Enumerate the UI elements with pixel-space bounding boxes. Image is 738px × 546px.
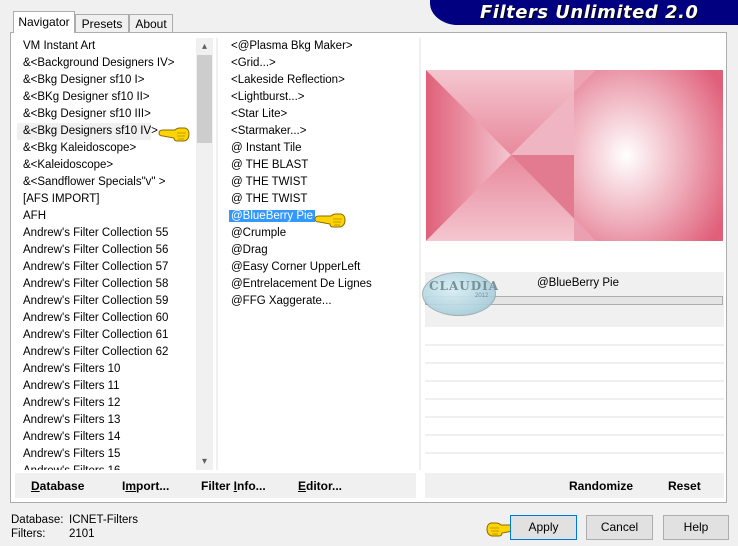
filter-item[interactable]: @FFG Xaggerate... — [225, 293, 417, 310]
preview-image — [426, 70, 723, 241]
database-label: Database: — [11, 514, 64, 526]
filter-item-label: @Entrelacement De Lignes — [231, 278, 372, 290]
filter-item-label: @Crumple — [231, 227, 287, 239]
parameter-slot — [425, 362, 724, 364]
pointing-hand-icon — [158, 127, 190, 142]
category-item[interactable]: VM Instant Art — [17, 38, 195, 55]
category-item[interactable]: Andrew's Filters 10 — [17, 361, 195, 378]
tab-about[interactable]: About — [129, 14, 173, 32]
category-item[interactable]: Andrew's Filter Collection 60 — [17, 310, 195, 327]
divider — [216, 38, 218, 470]
filter-item-label: <Star Lite> — [231, 108, 288, 120]
category-item[interactable]: &<Sandflower Specials"v" > — [17, 174, 195, 191]
scroll-up-icon[interactable]: ▴ — [196, 38, 213, 55]
filter-item-label: @BlueBerry Pie — [229, 210, 315, 222]
reset-button[interactable]: Reset — [668, 479, 701, 493]
filter-item-label: @Drag — [231, 244, 268, 256]
category-item[interactable]: Andrew's Filters 11 — [17, 378, 195, 395]
filter-item-label: <Lightburst...> — [231, 91, 305, 103]
filter-item[interactable]: <@Plasma Bkg Maker> — [225, 38, 417, 55]
category-item[interactable]: Andrew's Filter Collection 58 — [17, 276, 195, 293]
filters-count-value: 2101 — [69, 528, 95, 540]
tab-navigator[interactable]: Navigator — [13, 11, 75, 33]
category-item[interactable]: &<Bkg Designer sf10 I> — [17, 72, 195, 89]
parameter-slot — [425, 452, 724, 454]
category-item[interactable]: Andrew's Filter Collection 56 — [17, 242, 195, 259]
filter-item[interactable]: @ THE BLAST — [225, 157, 417, 174]
filter-item-label: <Starmaker...> — [231, 125, 307, 137]
filter-item-label: <@Plasma Bkg Maker> — [231, 40, 353, 52]
filter-item-label: @FFG Xaggerate... — [231, 295, 332, 307]
category-item[interactable]: &<Background Designers IV> — [17, 55, 195, 72]
filter-item[interactable]: @ THE TWIST — [225, 191, 417, 208]
category-item[interactable]: Andrew's Filters 12 — [17, 395, 195, 412]
app-title: Filters Unlimited 2.0 — [480, 2, 699, 23]
watermark-text: CLAUDIA — [429, 279, 500, 293]
editor-button[interactable]: Editor... — [298, 479, 342, 493]
database-value: ICNET-Filters — [69, 514, 138, 526]
apply-button[interactable]: Apply — [510, 515, 577, 540]
filter-item[interactable]: @ Instant Tile — [225, 140, 417, 157]
category-item[interactable]: Andrew's Filters 15 — [17, 446, 195, 463]
help-button[interactable]: Help — [663, 515, 729, 540]
filter-item[interactable]: <Starmaker...> — [225, 123, 417, 140]
watermark-logo: CLAUDIA 2012 — [422, 272, 500, 316]
parameter-slot — [425, 416, 724, 418]
category-item[interactable]: &<Bkg Designer sf10 III> — [17, 106, 195, 123]
filter-item-label: <Lakeside Reflection> — [231, 74, 345, 86]
category-item[interactable]: Andrew's Filters 13 — [17, 412, 195, 429]
parameter-slot — [425, 434, 724, 436]
database-button[interactable]: Database — [31, 479, 84, 493]
selected-filter-name: @BlueBerry Pie — [537, 277, 619, 289]
category-item[interactable]: Andrew's Filter Collection 57 — [17, 259, 195, 276]
divider — [419, 38, 421, 470]
filter-list[interactable]: <@Plasma Bkg Maker> <Grid...> <Lakeside Re… — [225, 38, 417, 338]
category-item[interactable]: [AFS IMPORT] — [17, 191, 195, 208]
category-item[interactable]: Andrew's Filter Collection 62 — [17, 344, 195, 361]
filter-item-label: @ Instant Tile — [231, 142, 302, 154]
parameter-slot — [425, 398, 724, 400]
scroll-thumb[interactable] — [197, 55, 212, 143]
watermark-year: 2012 — [475, 293, 489, 299]
scroll-down-icon[interactable]: ▾ — [196, 453, 213, 470]
parameter-slot — [425, 380, 724, 382]
cancel-button[interactable]: Cancel — [586, 515, 653, 540]
filter-item[interactable]: @ THE TWIST — [225, 174, 417, 191]
category-item[interactable]: &<Kaleidoscope> — [17, 157, 195, 174]
filter-item[interactable]: @Easy Corner UpperLeft — [225, 259, 417, 276]
filter-item[interactable]: <Lakeside Reflection> — [225, 72, 417, 89]
filters-count-label: Filters: — [11, 528, 46, 540]
category-item[interactable]: Andrew's Filter Collection 61 — [17, 327, 195, 344]
category-scrollbar[interactable]: ▴ ▾ — [196, 38, 213, 470]
filter-item[interactable]: @Drag — [225, 242, 417, 259]
filter-item[interactable]: <Lightburst...> — [225, 89, 417, 106]
filter-item-label: @ THE BLAST — [231, 159, 309, 171]
filter-item-label: <Grid...> — [231, 57, 276, 69]
filter-item[interactable]: <Grid...> — [225, 55, 417, 72]
category-item[interactable]: Andrew's Filter Collection 55 — [17, 225, 195, 242]
category-item[interactable]: &<BKg Designer sf10 II> — [17, 89, 195, 106]
filter-item[interactable]: @Entrelacement De Lignes — [225, 276, 417, 293]
parameter-slot — [425, 344, 724, 346]
category-item[interactable]: AFH — [17, 208, 195, 225]
filter-item[interactable]: <Star Lite> — [225, 106, 417, 123]
randomize-button[interactable]: Randomize — [569, 479, 633, 493]
category-item[interactable]: Andrew's Filters 16 — [17, 463, 195, 470]
import-button[interactable]: Import... — [122, 479, 169, 493]
category-item[interactable]: Andrew's Filter Collection 59 — [17, 293, 195, 310]
filter-item-label: @Easy Corner UpperLeft — [231, 261, 361, 273]
filter-info-button[interactable]: Filter Info... — [201, 479, 266, 493]
filter-item-label: @ THE TWIST — [231, 193, 308, 205]
category-item[interactable]: &<Bkg Designers sf10 IV> — [17, 123, 158, 140]
pointing-hand-icon — [314, 213, 346, 228]
category-item[interactable]: Andrew's Filters 14 — [17, 429, 195, 446]
filter-item-label: @ THE TWIST — [231, 176, 308, 188]
category-list[interactable]: VM Instant Art &<Background Designers IV>… — [17, 38, 195, 470]
tab-presets[interactable]: Presets — [75, 14, 129, 32]
